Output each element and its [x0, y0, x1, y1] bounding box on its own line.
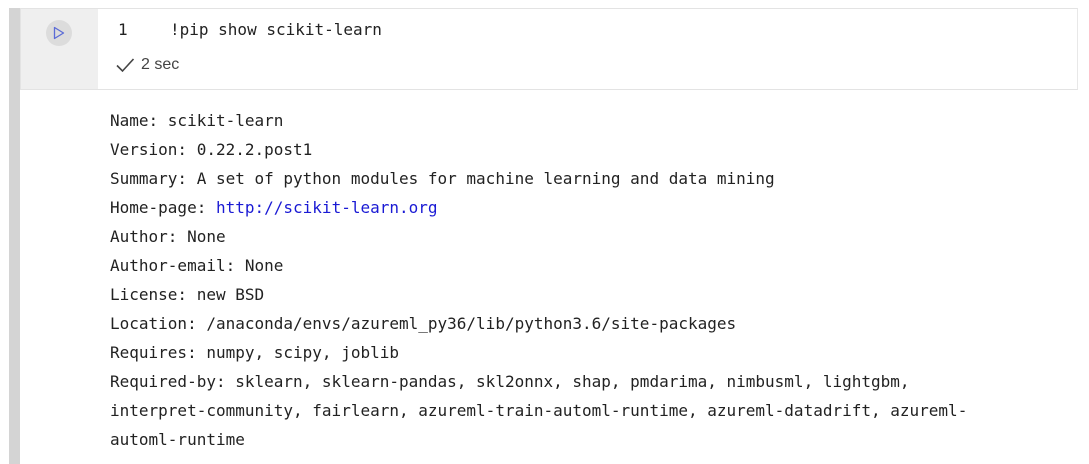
output-line-summary: Summary: A set of python modules for mac… — [110, 169, 775, 188]
homepage-link[interactable]: http://scikit-learn.org — [216, 198, 438, 217]
cell-gutter — [21, 9, 98, 89]
output-line-author: Author: None — [110, 227, 226, 246]
notebook-cell: 1 !pip show scikit-learn 2 sec Name: sci… — [0, 0, 1089, 464]
output-line-required-by-cont: automl-runtime — [110, 430, 245, 449]
output-line-required-by-cont: interpret-community, fairlearn, azureml-… — [110, 401, 968, 420]
output-line-location: Location: /anaconda/envs/azureml_py36/li… — [110, 314, 737, 333]
output-line-version: Version: 0.22.2.post1 — [110, 140, 313, 159]
execution-time: 2 sec — [141, 56, 180, 73]
play-icon — [53, 26, 65, 40]
output-line-license: License: new BSD — [110, 285, 265, 304]
cell-output: Name: scikit-learn Version: 0.22.2.post1… — [110, 106, 1070, 454]
homepage-label: Home-page: — [110, 198, 216, 217]
output-line-requires: Requires: numpy, scipy, joblib — [110, 343, 399, 362]
output-line-author-email: Author-email: None — [110, 256, 284, 275]
execution-status: 2 sec — [115, 56, 179, 74]
cell-selection-bar[interactable] — [9, 8, 20, 464]
output-line-required-by: Required-by: sklearn, sklearn-pandas, sk… — [110, 372, 910, 391]
line-number: 1 — [118, 20, 128, 39]
run-cell-button[interactable] — [46, 20, 72, 46]
code-editor-line[interactable]: !pip show scikit-learn — [170, 20, 382, 39]
check-icon — [115, 57, 135, 73]
output-line-homepage: Home-page: http://scikit-learn.org — [110, 193, 1070, 222]
output-line-name: Name: scikit-learn — [110, 111, 284, 130]
